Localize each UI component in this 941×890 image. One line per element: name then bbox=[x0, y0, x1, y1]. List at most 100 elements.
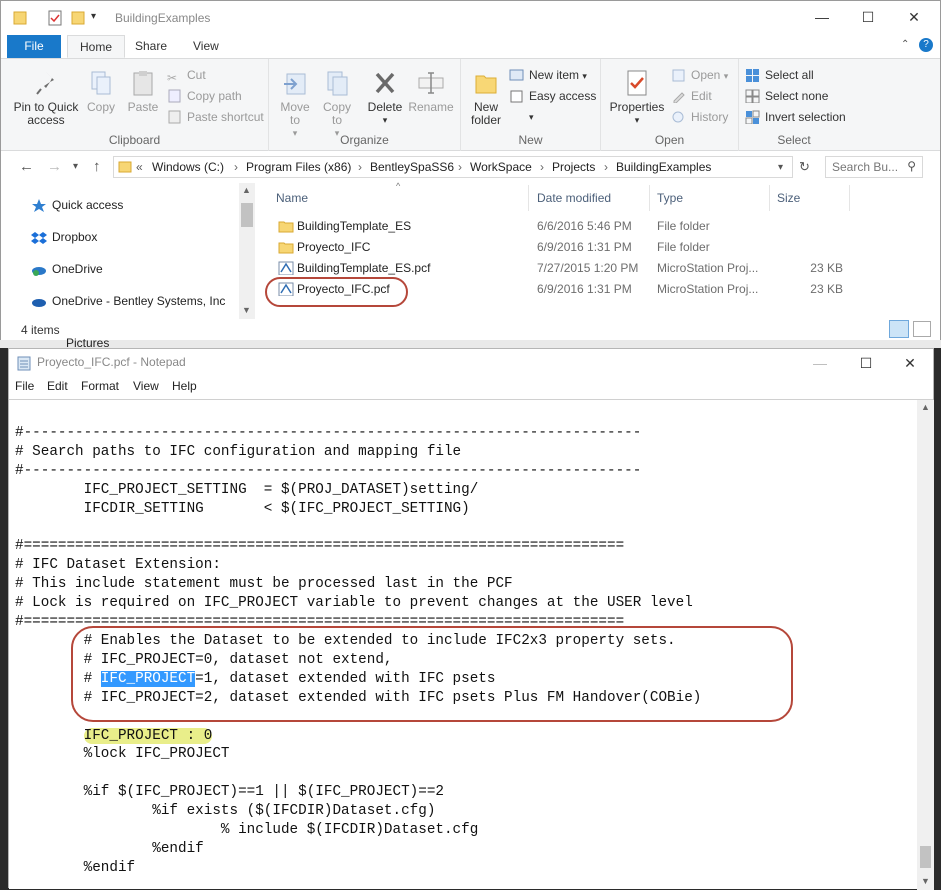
nav-item-quick-access[interactable]: Quick access bbox=[31, 195, 123, 215]
breadcrumb-item[interactable]: BuildingExamples bbox=[616, 160, 711, 174]
nav-label: OneDrive - Bentley Systems, Inc bbox=[52, 294, 226, 308]
new-folder-button[interactable]: New folder bbox=[465, 69, 507, 127]
chevron-down-icon[interactable]: ▾ bbox=[73, 161, 78, 172]
nav-item-onedrive-bentley[interactable]: OneDrive - Bentley Systems, Inc bbox=[31, 291, 225, 311]
notepad-text-area[interactable]: #---------------------------------------… bbox=[9, 399, 934, 890]
paste-button[interactable]: Paste bbox=[123, 69, 163, 114]
column-divider[interactable] bbox=[528, 185, 529, 211]
copy-to-button[interactable]: Copy to ▾ bbox=[317, 69, 357, 140]
breadcrumb-item[interactable]: Projects bbox=[552, 160, 595, 174]
menu-edit[interactable]: Edit bbox=[47, 379, 68, 393]
paste-shortcut-button[interactable]: Paste shortcut bbox=[167, 107, 264, 127]
column-header-name[interactable]: Name bbox=[276, 191, 308, 205]
edit-button[interactable]: Edit bbox=[671, 86, 712, 106]
minimize-button[interactable]: — bbox=[797, 347, 843, 379]
select-none-icon bbox=[745, 89, 760, 103]
code-line: %if $(IFC_PROJECT)==1 || $(IFC_PROJECT)=… bbox=[15, 784, 444, 801]
open-group: Properties ▾ Open ▾ Edit History Open bbox=[601, 59, 739, 151]
select-none-button[interactable]: Select none bbox=[745, 86, 828, 106]
breadcrumb-overflow-icon[interactable]: « bbox=[136, 160, 143, 174]
scroll-down-icon[interactable]: ▼ bbox=[921, 876, 930, 886]
folder-icon bbox=[278, 242, 294, 254]
chevron-right-icon[interactable]: › bbox=[540, 160, 544, 174]
copy-path-button[interactable]: Copy path bbox=[167, 86, 242, 106]
delete-button[interactable]: Delete ▾ bbox=[365, 69, 405, 127]
close-button[interactable]: ✕ bbox=[887, 347, 933, 379]
scrollbar-thumb[interactable] bbox=[920, 846, 931, 868]
details-view-icon[interactable] bbox=[889, 320, 909, 338]
maximize-button[interactable]: ☐ bbox=[845, 1, 891, 33]
minimize-button[interactable]: — bbox=[799, 1, 845, 33]
properties-icon[interactable] bbox=[47, 9, 63, 27]
search-icon[interactable]: ⚲ bbox=[907, 159, 916, 173]
file-row[interactable]: Proyecto_IFC 6/9/2016 1:31 PM File folde… bbox=[264, 237, 864, 258]
organize-group-label: Organize bbox=[340, 133, 389, 147]
file-row[interactable]: BuildingTemplate_ES.pcf 7/27/2015 1:20 P… bbox=[264, 258, 864, 279]
chevron-right-icon[interactable]: › bbox=[358, 160, 362, 174]
forward-arrow-icon[interactable]: → bbox=[47, 158, 62, 175]
breadcrumb-item[interactable]: Windows (C:) bbox=[152, 160, 224, 174]
open-group-label: Open bbox=[654, 133, 685, 147]
column-divider[interactable] bbox=[649, 185, 650, 211]
tab-share[interactable]: Share bbox=[123, 35, 179, 58]
copy-button[interactable]: Copy bbox=[83, 69, 119, 114]
copy-path-icon bbox=[168, 89, 181, 103]
chevron-right-icon[interactable]: › bbox=[604, 160, 608, 174]
breadcrumb-item[interactable]: BentleySpaSS6 bbox=[370, 160, 454, 174]
nav-item-dropbox[interactable]: Dropbox bbox=[31, 227, 97, 247]
select-all-button[interactable]: Select all bbox=[745, 65, 814, 85]
chevron-up-icon[interactable]: ⌃ bbox=[901, 39, 909, 50]
nav-scrollbar[interactable]: ▲ ▼ bbox=[239, 183, 255, 319]
tab-view[interactable]: View bbox=[181, 35, 231, 58]
column-divider[interactable] bbox=[849, 185, 850, 211]
notepad-scrollbar[interactable]: ▲ ▼ bbox=[917, 400, 934, 890]
column-divider[interactable] bbox=[769, 185, 770, 211]
refresh-icon[interactable]: ↻ bbox=[799, 159, 810, 175]
invert-selection-icon bbox=[745, 110, 760, 124]
tab-file[interactable]: File bbox=[7, 35, 61, 58]
help-icon[interactable]: ? bbox=[919, 38, 933, 52]
scroll-up-icon[interactable]: ▲ bbox=[242, 185, 251, 195]
menu-view[interactable]: View bbox=[133, 379, 159, 393]
nav-item-onedrive[interactable]: OneDrive bbox=[31, 259, 103, 279]
address-box[interactable]: « Windows (C:) › Program Files (x86) › B… bbox=[113, 156, 793, 178]
copy-to-icon bbox=[327, 71, 348, 96]
cut-label: Cut bbox=[187, 68, 206, 82]
paste-shortcut-label: Paste shortcut bbox=[187, 110, 264, 124]
scroll-up-icon[interactable]: ▲ bbox=[921, 402, 930, 412]
open-button[interactable]: Open ▾ bbox=[671, 65, 728, 85]
large-icons-view-icon[interactable] bbox=[913, 321, 931, 337]
rename-button[interactable]: Rename bbox=[407, 69, 455, 114]
chevron-down-icon[interactable]: ▾ bbox=[91, 11, 96, 22]
menu-format[interactable]: Format bbox=[81, 379, 119, 393]
chevron-down-icon[interactable]: ▾ bbox=[778, 162, 783, 173]
back-arrow-icon[interactable]: ← bbox=[19, 158, 34, 175]
history-button[interactable]: History bbox=[671, 107, 728, 127]
menu-file[interactable]: File bbox=[15, 379, 34, 393]
column-header-date[interactable]: Date modified bbox=[537, 191, 611, 205]
column-header-size[interactable]: Size bbox=[777, 191, 800, 205]
properties-button[interactable]: Properties ▾ bbox=[607, 69, 667, 127]
search-input[interactable]: Search Bu... ⚲ bbox=[825, 156, 923, 178]
maximize-button[interactable]: ☐ bbox=[843, 347, 889, 379]
breadcrumb-item[interactable]: Program Files (x86) bbox=[246, 160, 351, 174]
file-row[interactable]: BuildingTemplate_ES 6/6/2016 5:46 PM Fil… bbox=[264, 216, 864, 237]
invert-selection-button[interactable]: Invert selection bbox=[745, 107, 846, 127]
cut-button[interactable]: ✂ Cut bbox=[167, 65, 206, 85]
tab-home[interactable]: Home bbox=[67, 35, 126, 58]
new-item-button[interactable]: New item ▾ bbox=[509, 65, 587, 85]
code-line: #=======================================… bbox=[15, 538, 625, 555]
chevron-right-icon[interactable]: › bbox=[234, 160, 238, 174]
scrollbar-thumb[interactable] bbox=[241, 203, 253, 227]
close-button[interactable]: ✕ bbox=[891, 1, 937, 33]
breadcrumb-item[interactable]: WorkSpace bbox=[470, 160, 532, 174]
new-folder-icon[interactable] bbox=[71, 9, 85, 27]
up-arrow-icon[interactable]: ↑ bbox=[93, 158, 101, 175]
column-header-type[interactable]: Type bbox=[657, 191, 683, 205]
move-to-button[interactable]: Move to ▾ bbox=[275, 69, 315, 140]
easy-access-button[interactable]: Easy access ▾ bbox=[509, 86, 600, 122]
chevron-right-icon[interactable]: › bbox=[458, 160, 462, 174]
pin-quick-access-button[interactable]: Pin to Quick access bbox=[9, 69, 83, 127]
scroll-down-icon[interactable]: ▼ bbox=[242, 305, 251, 315]
menu-help[interactable]: Help bbox=[172, 379, 197, 393]
